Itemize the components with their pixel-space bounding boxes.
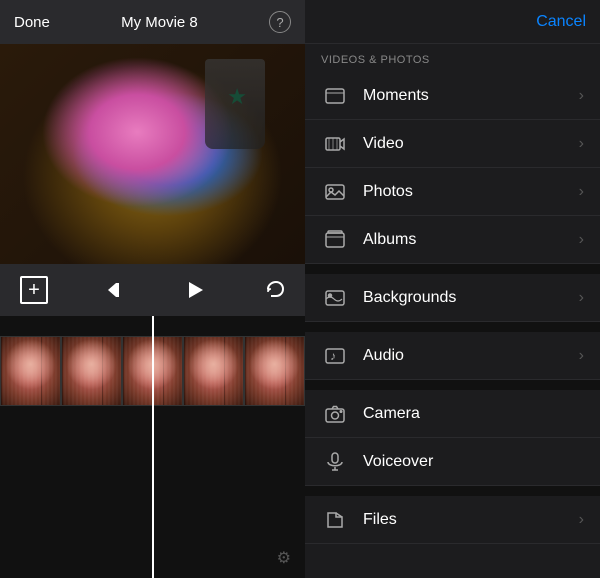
movie-title: My Movie 8: [121, 14, 198, 31]
audio-label: Audio: [363, 347, 579, 365]
menu-item-backgrounds[interactable]: Backgrounds ›: [305, 274, 600, 322]
audio-chevron: ›: [579, 347, 584, 365]
cancel-button[interactable]: Cancel: [536, 13, 586, 31]
audio-icon: ♪ ♪: [321, 342, 349, 370]
menu-item-files[interactable]: Files ›: [305, 496, 600, 544]
left-panel: Done My Movie 8 ? +: [0, 0, 305, 578]
play-button[interactable]: [184, 279, 206, 301]
camera-label: Camera: [363, 405, 584, 423]
settings-icon[interactable]: ⚙: [277, 548, 291, 568]
menu-item-albums[interactable]: Albums ›: [305, 216, 600, 264]
svg-text:♪: ♪: [330, 349, 336, 363]
right-panel: Cancel VIDEOS & PHOTOS Moments ›: [305, 0, 600, 578]
photos-icon: [321, 178, 349, 206]
timeline[interactable]: ⚙: [0, 316, 305, 578]
divider-4: [305, 486, 600, 496]
timeline-clip-4[interactable]: [183, 336, 244, 406]
menu-item-photos[interactable]: Photos ›: [305, 168, 600, 216]
menu-item-audio[interactable]: ♪ ♪ Audio ›: [305, 332, 600, 380]
right-header: Cancel: [305, 0, 600, 44]
timeline-clip-2[interactable]: [61, 336, 122, 406]
rewind-button[interactable]: [105, 279, 127, 301]
playhead: [152, 316, 154, 578]
menu-item-camera[interactable]: Camera: [305, 390, 600, 438]
video-chevron: ›: [579, 135, 584, 153]
voiceover-icon: [321, 448, 349, 476]
timeline-clip-1[interactable]: [0, 336, 61, 406]
backgrounds-chevron: ›: [579, 289, 584, 307]
photos-chevron: ›: [579, 183, 584, 201]
divider-2: [305, 322, 600, 332]
moments-icon: [321, 82, 349, 110]
video-label: Video: [363, 135, 579, 153]
menu-item-moments[interactable]: Moments ›: [305, 72, 600, 120]
done-button[interactable]: Done: [14, 14, 50, 31]
add-button[interactable]: +: [20, 276, 48, 304]
section-label: VIDEOS & PHOTOS: [305, 44, 600, 72]
controls-bar: +: [0, 264, 305, 316]
help-button[interactable]: ?: [269, 11, 291, 33]
photos-label: Photos: [363, 183, 579, 201]
menu-list: VIDEOS & PHOTOS Moments ›: [305, 44, 600, 578]
files-label: Files: [363, 511, 579, 529]
files-icon: [321, 506, 349, 534]
timeline-clip-5[interactable]: [244, 336, 305, 406]
menu-item-voiceover[interactable]: Voiceover: [305, 438, 600, 486]
backgrounds-label: Backgrounds: [363, 289, 579, 307]
files-chevron: ›: [579, 511, 584, 529]
video-preview: [0, 44, 305, 264]
backgrounds-icon: [321, 284, 349, 312]
video-icon: [321, 130, 349, 158]
moments-label: Moments: [363, 87, 579, 105]
camera-icon: [321, 400, 349, 428]
divider-1: [305, 264, 600, 274]
divider-3: [305, 380, 600, 390]
albums-chevron: ›: [579, 231, 584, 249]
undo-button[interactable]: [263, 279, 285, 301]
albums-icon: [321, 226, 349, 254]
preview-image: [0, 44, 305, 264]
menu-item-video[interactable]: Video ›: [305, 120, 600, 168]
voiceover-label: Voiceover: [363, 453, 584, 471]
albums-label: Albums: [363, 231, 579, 249]
moments-chevron: ›: [579, 87, 584, 105]
top-bar: Done My Movie 8 ?: [0, 0, 305, 44]
